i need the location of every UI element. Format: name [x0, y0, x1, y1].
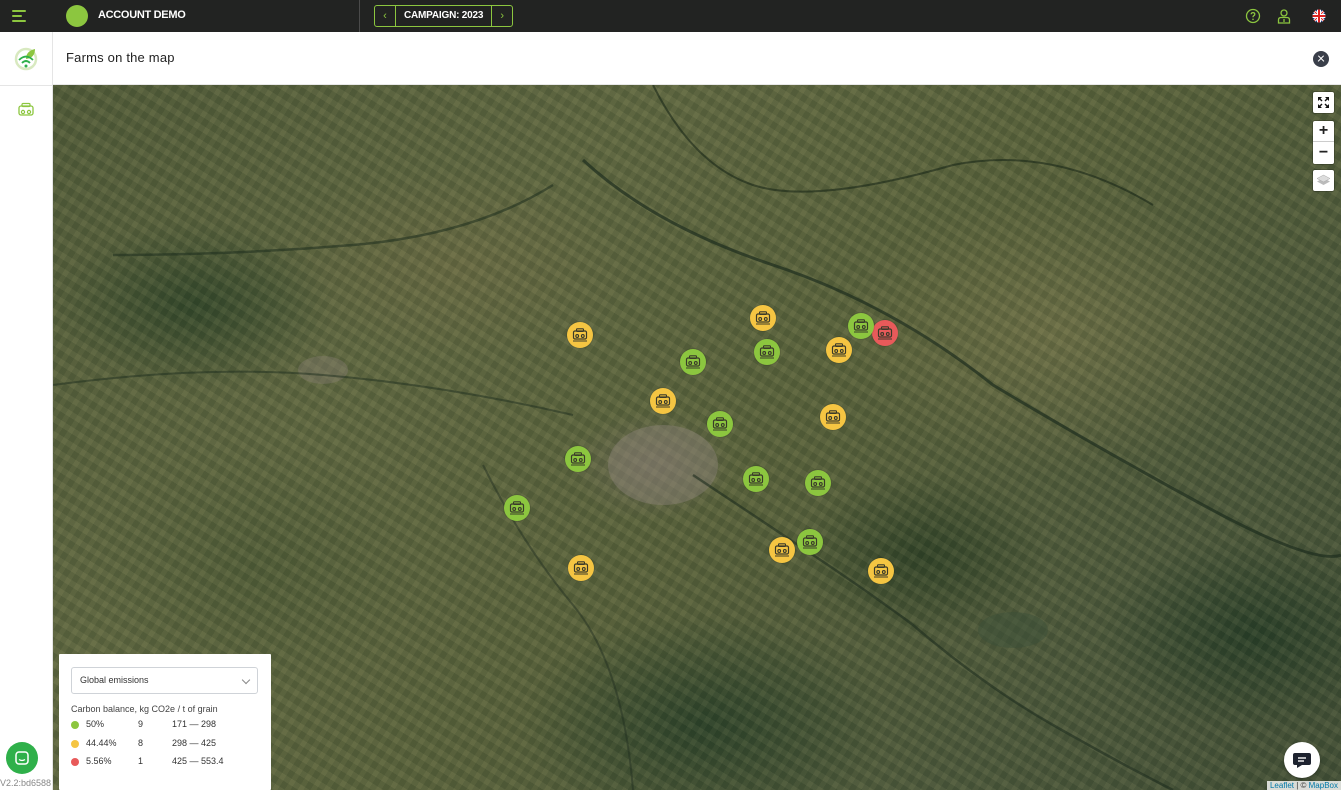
- farm-marker[interactable]: [826, 337, 852, 363]
- legend-percent: 50%: [86, 719, 105, 729]
- farm-tractor-icon: [873, 564, 889, 578]
- help-circle-icon[interactable]: [1245, 8, 1261, 24]
- farm-tractor-icon: [509, 501, 525, 515]
- chevron-left-icon[interactable]: ‹: [375, 6, 395, 26]
- zoom-out-button[interactable]: −: [1313, 142, 1334, 163]
- farm-tractor-icon: [712, 417, 728, 431]
- legend-count: 9: [138, 719, 144, 729]
- fullscreen-icon[interactable]: [1313, 92, 1334, 113]
- chat-bubble-icon[interactable]: [1284, 742, 1320, 778]
- farm-tractor-icon: [853, 319, 869, 333]
- legend-row: 5.56% 1 425 — 553.4: [71, 756, 261, 768]
- account-name[interactable]: ACCOUNT DEMO: [98, 9, 186, 21]
- legend-count: 8: [138, 738, 144, 748]
- farm-marker[interactable]: [750, 305, 776, 331]
- leaflet-link[interactable]: Leaflet: [1270, 781, 1294, 790]
- farm-tractor-icon: [810, 476, 826, 490]
- legend-percent: 44.44%: [86, 738, 117, 748]
- legend-row: 44.44% 8 298 — 425: [71, 738, 261, 750]
- sidebar-divider: [0, 85, 52, 86]
- page-title: Farms on the map: [66, 50, 175, 65]
- legend-count: 1: [138, 756, 144, 766]
- mapbox-link[interactable]: MapBox: [1309, 781, 1338, 790]
- farm-tractor-icon: [570, 452, 586, 466]
- legend-dot: [71, 758, 79, 766]
- left-sidebar: V2.2:bd6588: [0, 32, 53, 790]
- farm-tractor-icon: [825, 410, 841, 424]
- legend-percent: 5.56%: [86, 756, 112, 766]
- zoom-in-button[interactable]: +: [1313, 121, 1334, 142]
- farm-marker[interactable]: [797, 529, 823, 555]
- farm-marker[interactable]: [754, 339, 780, 365]
- farm-tractor-icon: [774, 543, 790, 557]
- campaign-label[interactable]: CAMPAIGN: 2023: [395, 6, 493, 26]
- map-legend: Global emissions Carbon balance, kg CO2e…: [59, 654, 271, 790]
- farm-marker[interactable]: [707, 411, 733, 437]
- farm-tractor-icon: [831, 343, 847, 357]
- legend-range: 425 — 553.4: [172, 756, 224, 766]
- legend-dot: [71, 740, 79, 748]
- map-attribution: Leaflet | © MapBox: [1266, 781, 1341, 790]
- emissions-dropdown-value: Global emissions: [80, 675, 149, 685]
- uk-flag-icon[interactable]: [1311, 8, 1327, 24]
- legend-dot: [71, 721, 79, 729]
- campaign-selector: ‹ CAMPAIGN: 2023 ›: [374, 5, 514, 27]
- leaf-wifi-logo-icon[interactable]: [13, 45, 39, 71]
- farm-tractor-icon: [572, 328, 588, 342]
- legend-range: 298 — 425: [172, 738, 217, 748]
- farm-marker[interactable]: [769, 537, 795, 563]
- farm-marker[interactable]: [680, 349, 706, 375]
- satellite-map[interactable]: + − Leaflet | © MapBox Global emissions …: [53, 85, 1341, 790]
- farm-marker[interactable]: [567, 322, 593, 348]
- farm-tractor-icon: [685, 355, 701, 369]
- chevron-right-icon[interactable]: ›: [492, 6, 512, 26]
- topbar-divider: [359, 0, 360, 32]
- legend-row: 50% 9 171 — 298: [71, 719, 261, 731]
- farm-tractor-icon: [755, 311, 771, 325]
- farm-marker[interactable]: [504, 495, 530, 521]
- emissions-dropdown[interactable]: Global emissions: [71, 667, 258, 694]
- farm-marker[interactable]: [650, 388, 676, 414]
- farm-marker[interactable]: [565, 446, 591, 472]
- farm-marker[interactable]: [568, 555, 594, 581]
- zoom-control: + −: [1313, 121, 1334, 164]
- layers-icon[interactable]: [1313, 170, 1334, 191]
- farm-tractor-icon: [877, 326, 893, 340]
- legend-title: Carbon balance, kg CO2e / t of grain: [71, 704, 218, 714]
- close-icon[interactable]: [1313, 51, 1329, 67]
- chat-icon[interactable]: [6, 742, 38, 774]
- farm-marker[interactable]: [805, 470, 831, 496]
- farm-tractor-icon: [748, 472, 764, 486]
- top-bar: ACCOUNT DEMO ‹ CAMPAIGN: 2023 ›: [0, 0, 1341, 32]
- attribution-separator: | ©: [1294, 781, 1309, 790]
- legend-range: 171 — 298: [172, 719, 217, 729]
- farm-marker[interactable]: [872, 320, 898, 346]
- farm-tractor-icon: [802, 535, 818, 549]
- tractor-icon[interactable]: [17, 102, 35, 118]
- farm-marker[interactable]: [868, 558, 894, 584]
- farm-marker[interactable]: [743, 466, 769, 492]
- hamburger-menu-icon[interactable]: [10, 7, 28, 25]
- account-avatar[interactable]: [66, 5, 88, 27]
- version-label: V2.2:bd6588: [0, 778, 52, 788]
- chevron-down-icon: [241, 675, 251, 685]
- farm-marker[interactable]: [848, 313, 874, 339]
- farm-tractor-icon: [655, 394, 671, 408]
- user-profile-icon[interactable]: [1276, 8, 1292, 24]
- farm-marker[interactable]: [820, 404, 846, 430]
- farm-tractor-icon: [573, 561, 589, 575]
- farm-tractor-icon: [759, 345, 775, 359]
- page-header: Farms on the map: [53, 32, 1341, 85]
